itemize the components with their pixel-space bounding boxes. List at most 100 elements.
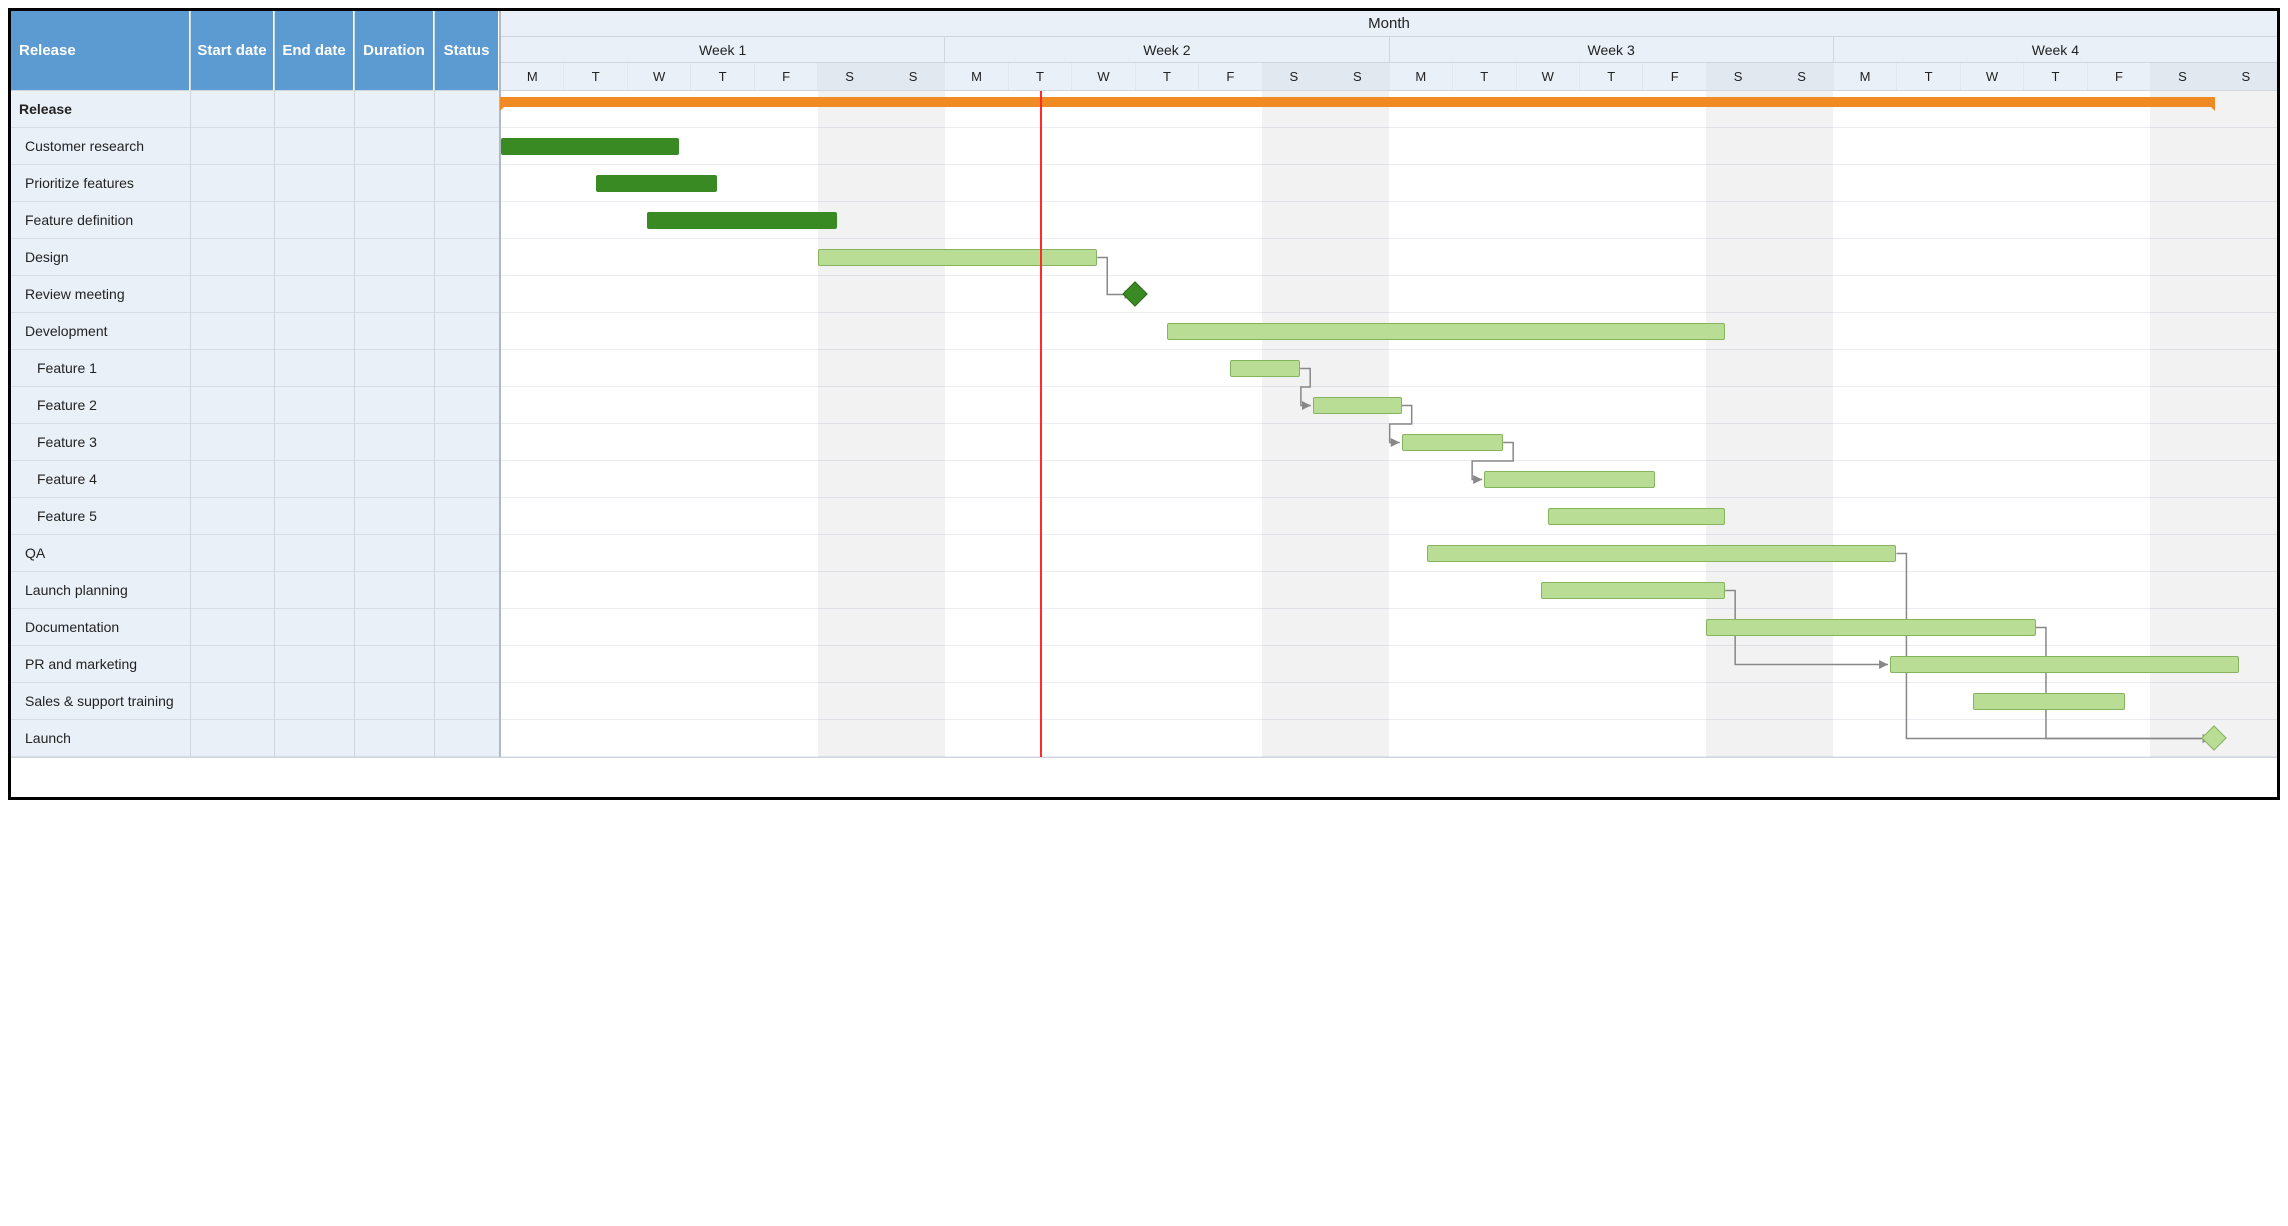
task-empty-cell	[191, 276, 274, 313]
gantt-bar	[1548, 508, 1726, 525]
day-header: M	[1390, 63, 1453, 90]
gantt-bar	[1541, 582, 1725, 599]
day-header: S	[2215, 63, 2277, 90]
gantt-bar	[1706, 619, 2036, 636]
gantt-bar	[1230, 360, 1300, 377]
task-name-cell: Launch	[11, 720, 190, 757]
task-empty-cell	[435, 683, 499, 720]
day-header: W	[1961, 63, 2024, 90]
task-name-cell: Feature 1	[11, 350, 190, 387]
task-empty-cell	[191, 165, 274, 202]
gantt-chart: Release ReleaseCustomer researchPrioriti…	[8, 8, 2280, 800]
task-empty-cell	[355, 276, 434, 313]
task-name-cell: Design	[11, 239, 190, 276]
task-empty-cell	[191, 350, 274, 387]
task-empty-cell	[275, 350, 354, 387]
task-empty-cell	[355, 387, 434, 424]
task-name-cell: Feature definition	[11, 202, 190, 239]
task-empty-cell	[355, 646, 434, 683]
day-header: S	[1707, 63, 1770, 90]
day-header: S	[818, 63, 881, 90]
day-header: T	[1009, 63, 1072, 90]
task-empty-cell	[191, 646, 274, 683]
task-empty-cell	[435, 276, 499, 313]
day-header: S	[1770, 63, 1833, 90]
day-header: S	[2151, 63, 2214, 90]
task-empty-cell	[275, 165, 354, 202]
task-name-cell: Feature 3	[11, 424, 190, 461]
task-empty-cell	[275, 424, 354, 461]
task-empty-cell	[435, 239, 499, 276]
task-empty-cell	[191, 461, 274, 498]
task-empty-cell	[355, 461, 434, 498]
task-empty-cell	[355, 91, 434, 128]
task-empty-cell	[435, 202, 499, 239]
task-empty-cell	[435, 350, 499, 387]
task-empty-cell	[275, 387, 354, 424]
day-header: W	[1072, 63, 1135, 90]
task-empty-cell	[435, 313, 499, 350]
task-empty-cell	[275, 720, 354, 757]
col-header-duration: Duration	[355, 11, 434, 91]
task-empty-cell	[435, 461, 499, 498]
task-empty-cell	[435, 498, 499, 535]
task-empty-cell	[355, 572, 434, 609]
day-header: M	[945, 63, 1008, 90]
gantt-footer	[11, 757, 2277, 797]
task-empty-cell	[435, 646, 499, 683]
today-marker	[1040, 91, 1042, 757]
task-empty-cell	[275, 202, 354, 239]
task-empty-cell	[355, 165, 434, 202]
task-empty-cell	[435, 720, 499, 757]
task-empty-cell	[355, 535, 434, 572]
week-header: Week 3	[1390, 37, 1834, 63]
col-header-start: Start date	[191, 11, 274, 91]
task-empty-cell	[355, 609, 434, 646]
task-empty-cell	[191, 424, 274, 461]
task-empty-cell	[435, 165, 499, 202]
task-empty-cell	[191, 91, 274, 128]
task-name-cell: Feature 2	[11, 387, 190, 424]
task-empty-cell	[191, 683, 274, 720]
task-empty-cell	[435, 609, 499, 646]
task-name-cell: Sales & support training	[11, 683, 190, 720]
task-empty-cell	[275, 128, 354, 165]
task-name-cell: Feature 4	[11, 461, 190, 498]
task-name-cell: Release	[11, 91, 190, 128]
task-name-cell: Documentation	[11, 609, 190, 646]
task-empty-cell	[355, 720, 434, 757]
task-empty-cell	[191, 720, 274, 757]
gantt-bar	[1402, 434, 1503, 451]
col-header-status: Status	[435, 11, 499, 91]
task-empty-cell	[275, 91, 354, 128]
day-header: F	[2088, 63, 2151, 90]
day-header: T	[1580, 63, 1643, 90]
gantt-bar	[1484, 471, 1655, 488]
col-header-task: Release	[11, 11, 190, 91]
task-empty-cell	[275, 461, 354, 498]
task-empty-cell	[435, 535, 499, 572]
day-header: T	[691, 63, 754, 90]
task-empty-cell	[275, 572, 354, 609]
gantt-bar	[647, 212, 837, 229]
task-empty-cell	[191, 609, 274, 646]
task-empty-cell	[191, 498, 274, 535]
task-name-cell: Prioritize features	[11, 165, 190, 202]
task-empty-cell	[275, 276, 354, 313]
task-empty-cell	[275, 239, 354, 276]
task-empty-cell	[435, 128, 499, 165]
task-empty-cell	[191, 535, 274, 572]
day-header: S	[1326, 63, 1389, 90]
task-empty-cell	[275, 683, 354, 720]
gantt-bar	[1427, 545, 1896, 562]
task-name-cell: Review meeting	[11, 276, 190, 313]
day-header: F	[1199, 63, 1262, 90]
gantt-bar	[818, 249, 1097, 266]
week-header: Week 2	[945, 37, 1389, 63]
task-empty-cell	[191, 572, 274, 609]
task-empty-cell	[275, 313, 354, 350]
week-header: Week 1	[501, 37, 945, 63]
task-empty-cell	[355, 424, 434, 461]
task-empty-cell	[355, 683, 434, 720]
task-empty-cell	[355, 202, 434, 239]
